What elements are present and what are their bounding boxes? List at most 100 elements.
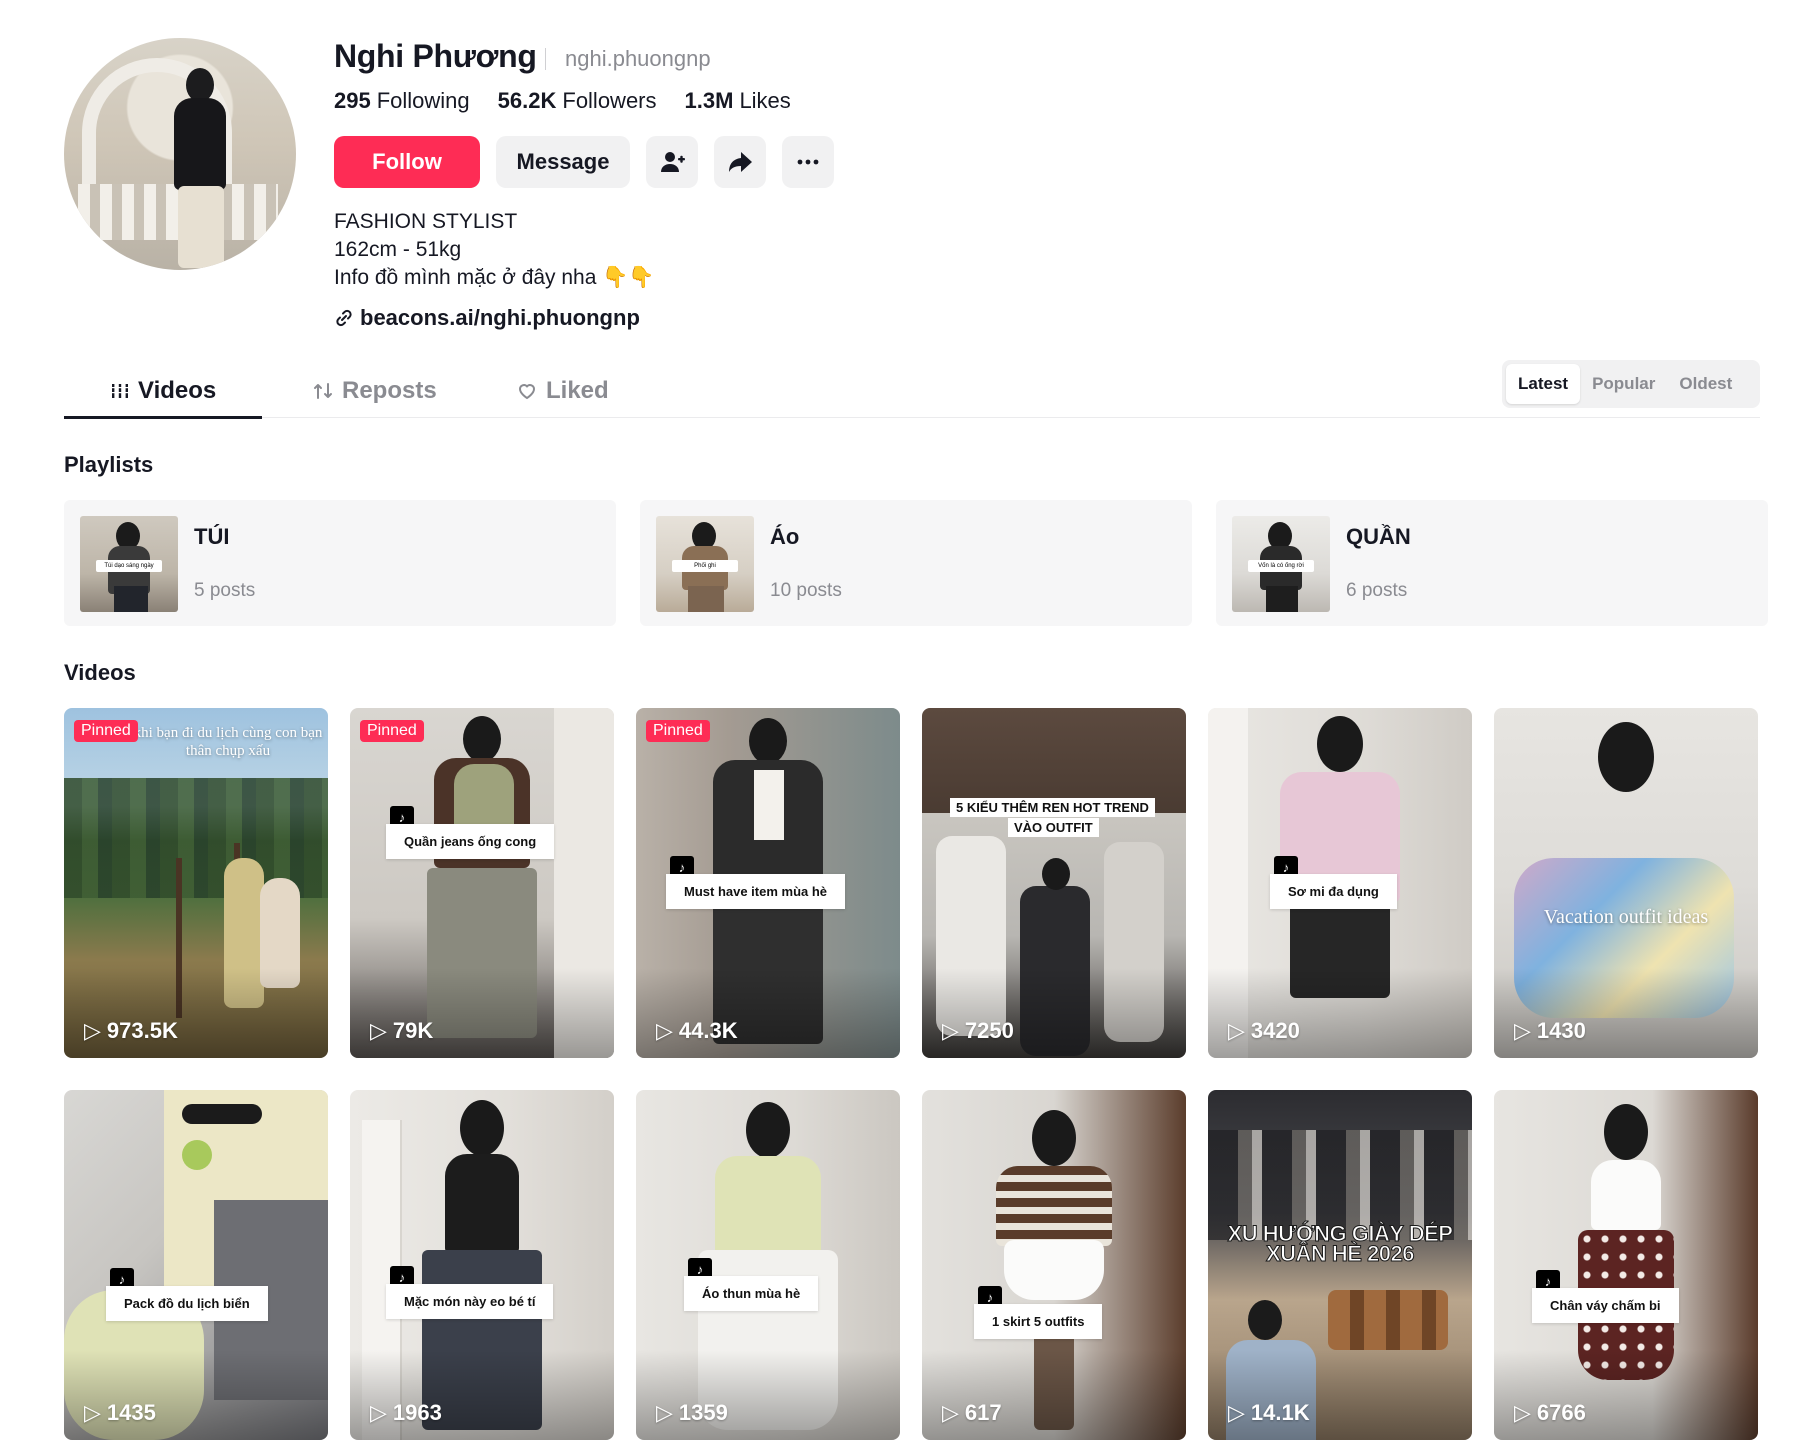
view-count: ▷ 1963 xyxy=(370,1400,442,1426)
view-count: ▷ 79K xyxy=(370,1018,433,1044)
follow-button[interactable]: Follow xyxy=(334,136,480,188)
play-icon: ▷ xyxy=(1514,1400,1531,1425)
playlist-thumbnail: Vốn là có ống rời xyxy=(1232,516,1330,612)
view-count-value: 1430 xyxy=(1536,1018,1586,1043)
tab-liked[interactable]: Liked xyxy=(516,364,609,418)
playlist-count: 6 posts xyxy=(1346,580,1408,601)
playlist-thumbnail: Túi dạo sáng ngày xyxy=(80,516,178,612)
profile-link[interactable]: beacons.ai/nghi.phuongnp xyxy=(334,305,640,331)
video-caption-line2: VÀO OUTFIT xyxy=(1008,818,1099,837)
video-card[interactable]: ♪ Chân váy chấm bi ▷ 6766 xyxy=(1494,1090,1758,1440)
video-card[interactable]: ♪ Mặc món này eo bé tí ▷ 1963 xyxy=(350,1090,614,1440)
video-card[interactable]: 5 KIỂU THÊM REN HOT TREND VÀO OUTFIT ▷ 72… xyxy=(922,708,1186,1058)
view-count: ▷ 1430 xyxy=(1514,1018,1586,1044)
view-count-value: 973.5K xyxy=(106,1018,178,1043)
video-card[interactable]: ♪ Must have item mùa hè Pinned ▷ 44.3K xyxy=(636,708,900,1058)
playlist-count: 5 posts xyxy=(194,580,256,601)
pinned-badge: Pinned xyxy=(360,720,424,742)
view-count-value: 1359 xyxy=(678,1400,728,1425)
view-count-value: 44.3K xyxy=(678,1018,738,1043)
video-card[interactable]: ♪ 1 skirt 5 outfits ▷ 617 xyxy=(922,1090,1186,1440)
play-icon: ▷ xyxy=(370,1400,387,1425)
add-friend-button[interactable] xyxy=(646,136,698,188)
repost-icon xyxy=(314,383,332,399)
person-add-icon xyxy=(661,152,685,172)
active-tab-indicator xyxy=(64,416,262,419)
playlist-thumb-caption: Túi dạo sáng ngày xyxy=(96,560,162,572)
video-card[interactable]: Vacation outfit ideas ▷ 1430 xyxy=(1494,708,1758,1058)
playlist-title: QUẦN xyxy=(1346,524,1411,549)
video-grid: khi bạn đi du lịch cùng con bạn thân chụ… xyxy=(64,708,1758,1440)
pinned-badge: Pinned xyxy=(74,720,138,742)
playlist-count: 10 posts xyxy=(770,580,842,601)
video-card[interactable]: khi bạn đi du lịch cùng con bạn thân chụ… xyxy=(64,708,328,1058)
play-icon: ▷ xyxy=(656,1018,673,1043)
view-count: ▷ 44.3K xyxy=(656,1018,738,1044)
profile-avatar[interactable] xyxy=(64,38,296,270)
sort-latest[interactable]: Latest xyxy=(1506,364,1581,404)
playlist-card[interactable]: Phối ghi Áo 10 posts xyxy=(640,500,1192,626)
video-caption: 1 skirt 5 outfits xyxy=(974,1304,1103,1339)
view-count-value: 6766 xyxy=(1536,1400,1586,1425)
video-caption: Pack đồ du lịch biển xyxy=(106,1286,268,1321)
profile-link-text: beacons.ai/nghi.phuongnp xyxy=(360,305,640,330)
more-dots-icon xyxy=(797,159,819,165)
name-divider xyxy=(545,48,546,70)
video-card[interactable]: ♪ Quần jeans ống cong Pinned ▷ 79K xyxy=(350,708,614,1058)
more-button[interactable] xyxy=(782,136,834,188)
view-count-value: 617 xyxy=(964,1400,1002,1425)
following-label: Following xyxy=(376,88,470,113)
video-caption: Quần jeans ống cong xyxy=(386,824,555,859)
playlist-title: Áo xyxy=(770,524,800,549)
view-count-value: 1963 xyxy=(392,1400,442,1425)
playlists-row: Túi dạo sáng ngày TÚI 5 posts Phối ghi Á… xyxy=(64,500,1768,626)
playlist-card[interactable]: Túi dạo sáng ngày TÚI 5 posts xyxy=(64,500,616,626)
tab-reposts[interactable]: Reposts xyxy=(312,364,437,418)
bio-line: Info đồ mình mặc ở đây nha 👇👇 xyxy=(334,266,655,289)
playlist-title: TÚI xyxy=(194,524,230,549)
tab-label: Liked xyxy=(546,377,609,404)
tab-videos[interactable]: Videos xyxy=(110,364,216,418)
heart-outline-icon xyxy=(518,384,536,400)
play-icon: ▷ xyxy=(1228,1018,1245,1043)
playlist-card[interactable]: Vốn là có ống rời QUẦN 6 posts xyxy=(1216,500,1768,626)
pinned-badge: Pinned xyxy=(646,720,710,742)
link-icon xyxy=(336,309,352,327)
view-count: ▷ 617 xyxy=(942,1400,1002,1426)
play-icon: ▷ xyxy=(1514,1018,1531,1043)
bio-line: FASHION STYLIST xyxy=(334,210,518,233)
play-icon: ▷ xyxy=(1228,1400,1245,1425)
followers-label: Followers xyxy=(562,88,657,113)
view-count: ▷ 14.1K xyxy=(1228,1400,1310,1426)
play-icon: ▷ xyxy=(84,1018,101,1043)
profile-stats: 295 Following 56.2K Followers 1.3M Likes xyxy=(334,88,791,114)
tab-label: Reposts xyxy=(342,377,437,404)
video-caption: Sơ mi đa dụng xyxy=(1270,874,1397,909)
following-count: 295 xyxy=(334,88,371,113)
followers-count: 56.2K xyxy=(497,88,557,113)
view-count: ▷ 6766 xyxy=(1514,1400,1586,1426)
videos-heading: Videos xyxy=(64,660,136,685)
video-card[interactable]: ♪ Sơ mi đa dụng ▷ 3420 xyxy=(1208,708,1472,1058)
video-caption: khi bạn đi du lịch cùng con bạn thân chụ… xyxy=(133,725,323,759)
video-card[interactable]: ♪ Pack đồ du lịch biển ▷ 1435 xyxy=(64,1090,328,1440)
sort-oldest[interactable]: Oldest xyxy=(1667,364,1744,404)
video-caption: Áo thun mùa hè xyxy=(684,1276,819,1311)
video-card[interactable]: XU HƯỚNG GIÀY DÉP XUÂN HÈ 2026 ▷ 14.1K xyxy=(1208,1090,1472,1440)
sort-popular[interactable]: Popular xyxy=(1580,364,1667,404)
message-button[interactable]: Message xyxy=(496,136,630,188)
play-icon: ▷ xyxy=(942,1018,959,1043)
following-stat[interactable]: 295 Following xyxy=(334,88,470,114)
likes-count: 1.3M xyxy=(684,88,734,113)
view-count: ▷ 973.5K xyxy=(84,1018,178,1044)
video-caption: Must have item mùa hè xyxy=(666,874,846,909)
profile-bio: FASHION STYLIST 162cm - 51kg Info đồ mìn… xyxy=(334,208,655,292)
profile-actions: Follow Message xyxy=(334,136,834,188)
video-card[interactable]: ♪ Áo thun mùa hè ▷ 1359 xyxy=(636,1090,900,1440)
followers-stat[interactable]: 56.2K Followers xyxy=(498,88,657,114)
sort-segmented-control: Latest Popular Oldest xyxy=(1502,360,1760,408)
view-count-value: 79K xyxy=(392,1018,434,1043)
grid-icon xyxy=(110,384,130,398)
share-button[interactable] xyxy=(714,136,766,188)
avatar-person xyxy=(168,68,232,268)
